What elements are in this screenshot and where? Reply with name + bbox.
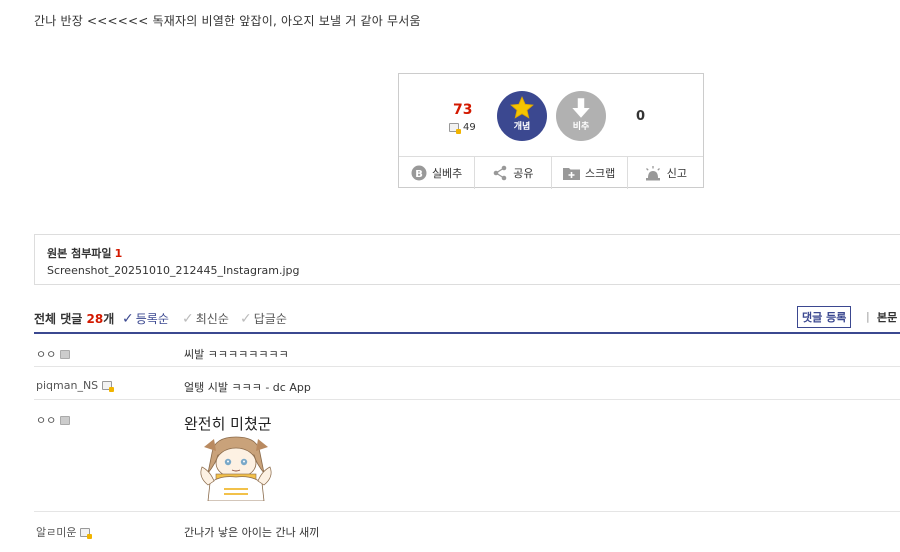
vote-top: 73 49 개념 비추 0 xyxy=(399,74,703,157)
comment-row: 알ㄹ미운 간나가 낳은 아이는 간나 새끼 xyxy=(34,512,900,552)
report-button[interactable]: 신고 xyxy=(628,157,703,189)
scrap-button[interactable]: 스크랩 xyxy=(552,157,628,189)
downvote-button[interactable]: 비추 xyxy=(556,91,606,141)
comment-text: 씨발 ㅋㅋㅋㅋㅋㅋㅋㅋ xyxy=(184,348,289,361)
fixed-nick-icon xyxy=(102,381,115,392)
comment-total-label: 전체 댓글 xyxy=(34,312,83,326)
vote-tools: B 실베추 공유 스크랩 신고 xyxy=(399,157,703,189)
sort-latest-label: 최신순 xyxy=(195,312,229,326)
vote-box: 73 49 개념 비추 0 B 실베추 공유 스크랩 신고 xyxy=(398,73,704,189)
comment-nick-name: 알ㄹ미운 xyxy=(36,526,77,539)
go-to-body-link[interactable]: 본문 xyxy=(877,309,897,325)
comment-text: 얼탱 시발 ㅋㅋㅋ - dc App xyxy=(184,381,311,394)
upvote-button[interactable]: 개념 xyxy=(497,91,547,141)
sort-replies-label: 답글순 xyxy=(253,312,287,326)
b-badge-icon: B xyxy=(411,165,427,181)
comment-register-button[interactable]: 댓글 등록 xyxy=(797,306,852,328)
fixed-nick-icon xyxy=(449,123,461,134)
sort-latest[interactable]: ✓ 최신순 xyxy=(182,310,229,327)
fixed-nick-icon xyxy=(80,527,93,539)
check-icon: ✓ xyxy=(240,310,252,327)
recommend-best-label: 실베추 xyxy=(431,167,463,180)
sort-registered-label: 등록순 xyxy=(135,312,169,326)
comment-text: 간나가 낳은 아이는 간나 새끼 xyxy=(184,526,320,539)
comment-nick[interactable]: piqman_NS xyxy=(36,379,115,392)
comment-nick-name: ㅇㅇ xyxy=(36,348,57,361)
siren-icon xyxy=(645,166,660,181)
folder-plus-icon xyxy=(562,168,580,180)
comment-header: 전체 댓글 28개 ✓ 등록순 ✓ 최신순 ✓ 답글순 댓글 등록 | 본문 xyxy=(34,306,900,331)
report-label: 신고 xyxy=(666,167,687,180)
comment-total-suffix: 개 xyxy=(103,312,115,326)
downvote-count: 0 xyxy=(636,109,646,124)
attachment-file-link[interactable]: Screenshot_20251010_212445_Instagram.jpg xyxy=(47,264,300,277)
post-body-text: 간나 반장 <<<<<< 독재자의 비열한 앞잡이, 아오지 보낼 거 같아 무… xyxy=(34,14,421,28)
sort-replies[interactable]: ✓ 답글순 xyxy=(240,310,287,327)
recommend-best-button[interactable]: B 실베추 xyxy=(399,157,476,189)
comment-nick-name: ㅇㅇ xyxy=(36,414,57,427)
downvote-label: 비추 xyxy=(572,122,590,132)
comment-nick[interactable]: ㅇㅇ xyxy=(36,412,71,428)
arrow-down-icon xyxy=(572,98,590,118)
separator: | xyxy=(866,310,870,323)
mobile-icon xyxy=(60,415,71,425)
star-icon xyxy=(510,96,534,119)
upvote-count: 73 xyxy=(453,102,473,118)
attachment-title: 원본 첨부파일 1 xyxy=(47,245,122,261)
comment-nick[interactable]: ㅇㅇ xyxy=(36,346,71,362)
fixed-user-upvote-value: 49 xyxy=(463,122,476,133)
comment-total: 전체 댓글 28개 xyxy=(34,310,114,327)
attachment-title-label: 원본 첨부파일 xyxy=(47,247,112,260)
check-icon: ✓ xyxy=(182,310,194,327)
comment-nick-name: piqman_NS xyxy=(36,379,99,392)
dccon-sticker-image xyxy=(200,436,272,501)
check-icon: ✓ xyxy=(122,310,134,327)
sort-registered[interactable]: ✓ 등록순 xyxy=(122,310,169,327)
scrap-label: 스크랩 xyxy=(584,167,616,180)
fixed-user-upvote-count: 49 xyxy=(449,122,476,134)
attachment-box: 원본 첨부파일 1 Screenshot_20251010_212445_Inst… xyxy=(34,234,900,285)
svg-text:B: B xyxy=(415,169,423,180)
comment-row: ㅇㅇ 완전히 미쳤군 xyxy=(34,400,900,512)
upvote-label: 개념 xyxy=(513,122,531,132)
comment-row: ㅇㅇ 씨발 ㅋㅋㅋㅋㅋㅋㅋㅋ xyxy=(34,334,900,367)
share-label: 공유 xyxy=(513,167,534,180)
comment-total-count: 28 xyxy=(86,312,104,326)
mobile-icon xyxy=(60,349,71,359)
share-button[interactable]: 공유 xyxy=(475,157,552,189)
comment-row: piqman_NS 얼탱 시발 ㅋㅋㅋ - dc App xyxy=(34,367,900,400)
comment-text: 완전히 미쳤군 xyxy=(184,415,272,433)
attachment-count: 1 xyxy=(114,247,123,260)
share-icon xyxy=(493,165,507,181)
comment-nick[interactable]: 알ㄹ미운 xyxy=(36,524,93,540)
